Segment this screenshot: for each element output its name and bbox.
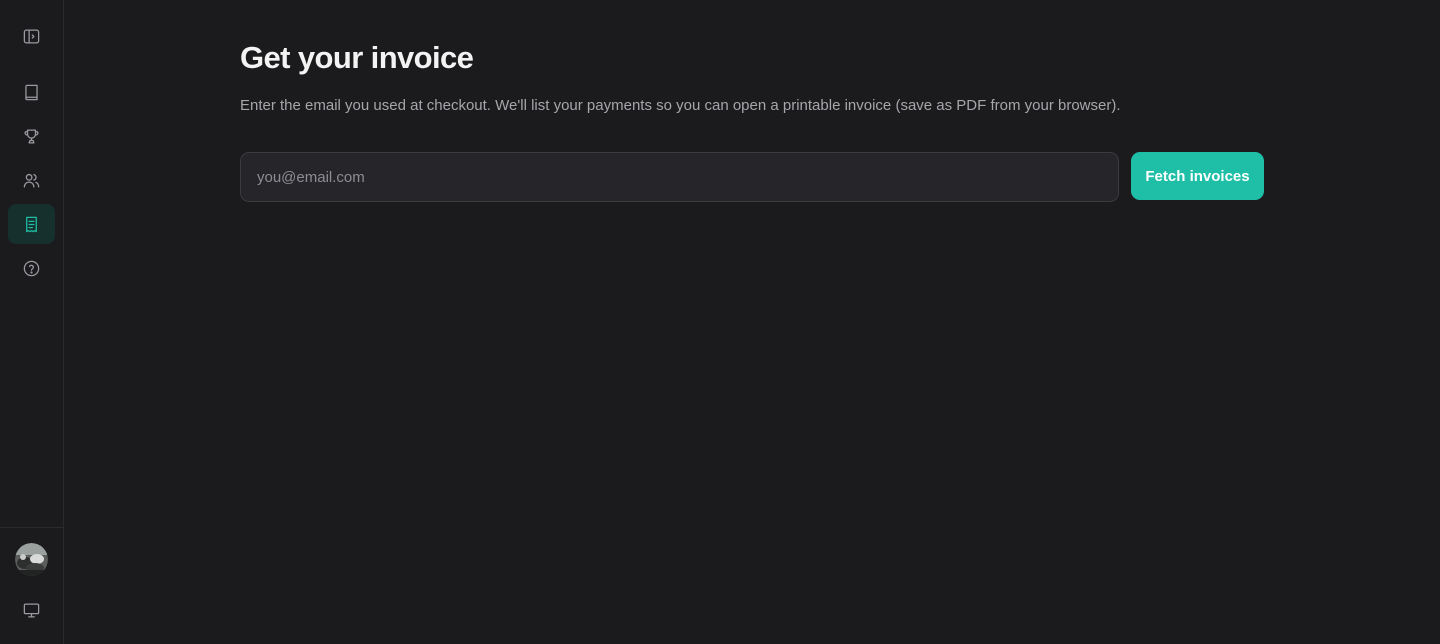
sidebar-item-library[interactable] <box>8 72 55 112</box>
sidebar-toggle-button[interactable] <box>8 16 55 56</box>
fetch-invoices-button[interactable]: Fetch invoices <box>1131 152 1264 200</box>
sidebar-item-help[interactable] <box>8 248 55 288</box>
monitor-icon <box>23 603 40 617</box>
avatar[interactable] <box>15 543 48 576</box>
sidebar-divider <box>0 527 63 528</box>
display-settings-button[interactable] <box>8 590 55 630</box>
email-input[interactable] <box>240 152 1119 202</box>
page-description: Enter the email you used at checkout. We… <box>240 97 1121 114</box>
page-title: Get your invoice <box>240 40 474 75</box>
sidebar-item-leaderboard[interactable] <box>8 116 55 156</box>
sidebar <box>0 0 64 644</box>
trophy-icon <box>24 129 39 143</box>
users-icon <box>23 173 40 187</box>
help-circle-icon <box>23 260 40 276</box>
sidebar-item-community[interactable] <box>8 160 55 200</box>
sidebar-item-invoices[interactable] <box>8 204 55 244</box>
sidebar-toggle-icon <box>23 29 40 43</box>
avatar-image <box>15 543 48 576</box>
app-root: Get your invoice Enter the email you use… <box>0 0 1440 644</box>
receipt-icon <box>26 216 37 232</box>
book-icon <box>25 84 38 100</box>
